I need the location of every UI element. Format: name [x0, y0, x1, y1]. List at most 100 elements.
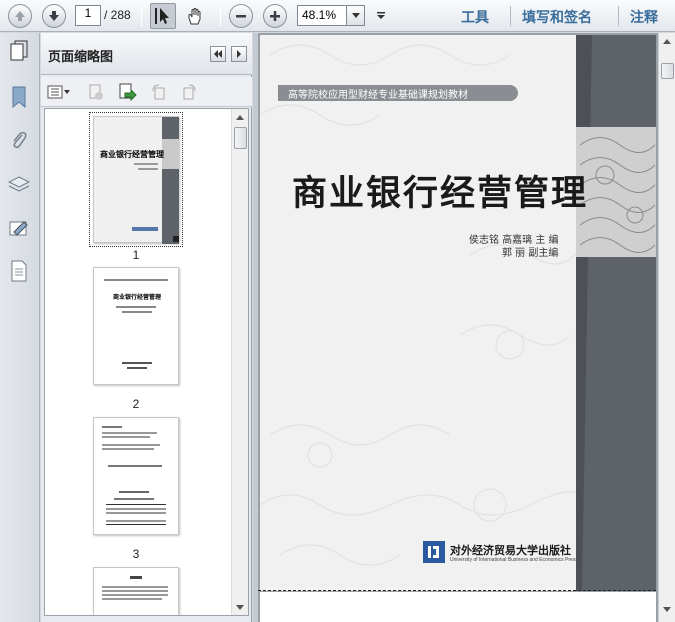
- thumb-cover-title: 商业银行经营管理: [100, 149, 164, 159]
- thumb-corner-marker: [173, 236, 179, 242]
- thumbnail-label: 1: [132, 248, 140, 262]
- minus-icon: [236, 15, 246, 18]
- thumb-cover-band: [162, 117, 179, 244]
- thumb-text-line: [106, 508, 166, 510]
- extract-page-button[interactable]: [117, 82, 137, 102]
- main-toolbar: 1 / 288 48.1% 工具 填写和签名 注释: [0, 0, 675, 32]
- zoom-dropdown-button[interactable]: [347, 5, 365, 26]
- paperclip-icon: [13, 131, 27, 149]
- rotate-left-button[interactable]: [149, 82, 169, 102]
- thumb-text-line: [127, 367, 147, 369]
- thumbnail-scrollbar[interactable]: [231, 109, 248, 615]
- chevron-down-icon: [351, 12, 360, 18]
- panel-header: 页面缩略图: [41, 33, 252, 75]
- doc-scroll-thumb[interactable]: [661, 63, 674, 79]
- attachments-toggle[interactable]: [7, 129, 31, 153]
- doc-scroll-up-arrow[interactable]: [659, 33, 675, 49]
- thumb-rule-line: [106, 504, 166, 505]
- overflow-chevron-icon: [377, 12, 385, 19]
- previous-page-button[interactable]: [8, 4, 32, 28]
- thumb-text-line: [114, 498, 154, 500]
- page-number-input[interactable]: 1: [75, 5, 101, 26]
- rotate-right-icon: [183, 84, 196, 100]
- thumbnail-page-4[interactable]: [93, 567, 179, 615]
- tab-fill-sign[interactable]: 填写和签名: [522, 7, 592, 27]
- zoom-in-button[interactable]: [263, 4, 287, 28]
- panel-options-button[interactable]: [231, 46, 247, 62]
- pages-icon: [10, 40, 28, 61]
- triangle-down-icon: [236, 604, 244, 610]
- next-page-button[interactable]: [42, 4, 66, 28]
- thumb-text-line: [102, 594, 168, 596]
- thumb-text-line: [102, 444, 160, 446]
- thumb-cover-author: [138, 168, 158, 170]
- thumb-cover-author: [134, 163, 158, 165]
- layers-toggle[interactable]: [7, 173, 31, 197]
- tab-comment[interactable]: 注释: [630, 7, 658, 27]
- document-page-cover: 高等院校应用型财经专业基础课规划教材 商业银行经营管理 侯志铭 高嘉璃 主 编 …: [260, 35, 656, 591]
- thumbnails-panel: 页面缩略图 商业银行经营管理 1 商业银行经营管理 2 3: [41, 33, 252, 622]
- signatures-toggle[interactable]: [7, 217, 31, 241]
- thumbnail-page-2[interactable]: 商业银行经营管理: [93, 267, 179, 385]
- thumbnail-label: 2: [132, 397, 140, 411]
- thumb-text-line: [122, 362, 152, 364]
- page-thumbnails-toggle[interactable]: [7, 39, 31, 63]
- toolbar-divider: [220, 5, 221, 27]
- document-icon: [11, 260, 27, 282]
- bookmark-icon: [12, 86, 26, 108]
- series-title: 高等院校应用型财经专业基础课规划教材: [288, 90, 468, 101]
- scroll-down-arrow[interactable]: [232, 599, 248, 615]
- thumb-text-line: [104, 279, 168, 281]
- thumbnail-page-1[interactable]: 商业银行经营管理: [89, 112, 183, 247]
- signature-pen-icon: [9, 221, 28, 236]
- panel-title: 页面缩略图: [48, 50, 114, 65]
- publisher-logo: [423, 541, 445, 563]
- hand-icon: [188, 8, 201, 25]
- scroll-up-arrow[interactable]: [232, 109, 248, 125]
- navigation-rail: [0, 33, 40, 622]
- book-title: 商业银行经营管理: [292, 173, 589, 214]
- thumb-text-line: [108, 465, 162, 467]
- thumb-page-title: 商业银行经营管理: [113, 294, 162, 301]
- scroll-thumb[interactable]: [234, 127, 247, 149]
- document-scrollbar[interactable]: [658, 33, 675, 622]
- thumb-text-line: [102, 590, 168, 592]
- thumb-text-line: [102, 426, 122, 428]
- triangle-down-icon: [663, 606, 671, 612]
- cover-ornament-graphic: [260, 35, 656, 591]
- thumb-rule-line: [106, 524, 166, 525]
- collapse-panel-button[interactable]: [210, 46, 226, 62]
- toolbar-divider: [141, 5, 142, 27]
- layers-icon: [8, 176, 30, 192]
- page-break-line: [258, 590, 656, 591]
- thumb-cover-publisher: [132, 227, 158, 231]
- toolbar-overflow-button[interactable]: [376, 10, 386, 24]
- delete-page-button[interactable]: [86, 82, 106, 102]
- document-view[interactable]: 高等院校应用型财经专业基础课规划教材 商业银行经营管理 侯志铭 高嘉璃 主 编 …: [258, 33, 675, 622]
- zoom-out-button[interactable]: [229, 4, 253, 28]
- doc-scroll-down-arrow[interactable]: [659, 601, 675, 617]
- content-toggle[interactable]: [7, 259, 31, 283]
- thumbnail-list: 商业银行经营管理 1 商业银行经营管理 2 3: [44, 108, 249, 616]
- chevron-right-icon: [237, 50, 241, 58]
- tab-divider: [618, 6, 619, 26]
- thumb-text-line: [102, 448, 154, 450]
- thumbnail-options-button[interactable]: [46, 82, 72, 102]
- arrow-down-icon: [49, 11, 59, 21]
- plus-icon: [270, 11, 280, 21]
- bookmarks-toggle[interactable]: [7, 85, 31, 109]
- publisher-name-english: University of International Business and…: [450, 557, 578, 563]
- double-chevron-left-icon: [214, 50, 222, 58]
- select-tool-button[interactable]: [150, 3, 176, 29]
- hand-tool-button[interactable]: [182, 3, 208, 29]
- zoom-level-input[interactable]: 48.1%: [297, 5, 347, 26]
- rotate-right-button[interactable]: [179, 82, 199, 102]
- thumb-text-line: [102, 598, 162, 600]
- thumb-text-line: [116, 306, 156, 308]
- thumbnail-page-3[interactable]: [93, 417, 179, 535]
- document-page-next: [260, 592, 656, 622]
- authors-line-2: 郭 丽 副主编: [502, 248, 559, 259]
- tab-tools[interactable]: 工具: [461, 7, 489, 27]
- cursor-select-icon: [155, 8, 169, 24]
- thumb-text-line: [102, 432, 157, 434]
